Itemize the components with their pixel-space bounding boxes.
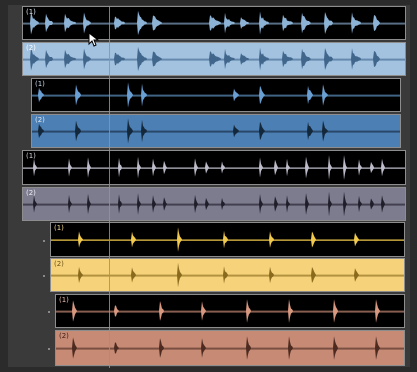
- waveform-shape: [32, 118, 400, 144]
- waveform-shape: [23, 191, 405, 217]
- waveform: [51, 262, 404, 288]
- waveform: [32, 118, 400, 144]
- mouse-pointer-icon: [88, 31, 100, 52]
- scrollbar-gutter[interactable]: [410, 0, 417, 372]
- arrangement-area: (1) (2) (1) (2) (1) (2) (1) (2) (1) (2): [0, 0, 417, 372]
- audio-clip-t2[interactable]: (2): [22, 42, 406, 76]
- waveform-shape: [23, 46, 405, 72]
- audio-clip-t1[interactable]: (1): [22, 6, 406, 40]
- audio-clip-t5[interactable]: (1): [22, 150, 406, 185]
- audio-clip-t6[interactable]: (2): [22, 187, 406, 221]
- audio-clip-t9[interactable]: (1): [55, 294, 405, 328]
- track-indicator-dot: [43, 239, 45, 242]
- audio-clip-t3[interactable]: (1): [31, 78, 401, 112]
- waveform: [23, 155, 405, 180]
- audio-clip-t7[interactable]: (1): [50, 222, 405, 257]
- playhead-line[interactable]: [109, 6, 110, 368]
- track-indicator-dot: [43, 275, 45, 277]
- waveform: [23, 10, 405, 36]
- track-indicator-dot: [48, 348, 50, 350]
- waveform-shape: [51, 227, 404, 252]
- audio-clip-t10[interactable]: (2): [55, 330, 405, 366]
- track-indicator-dot: [48, 311, 50, 313]
- waveform: [23, 46, 405, 72]
- waveform: [32, 82, 400, 108]
- waveform-shape: [32, 82, 400, 108]
- waveform: [23, 191, 405, 217]
- waveform-shape: [23, 155, 405, 180]
- waveform-shape: [23, 10, 405, 36]
- waveform: [51, 227, 404, 252]
- audio-clip-t4[interactable]: (2): [31, 114, 401, 148]
- audio-clip-t8[interactable]: (2): [50, 258, 405, 292]
- waveform-shape: [51, 262, 404, 288]
